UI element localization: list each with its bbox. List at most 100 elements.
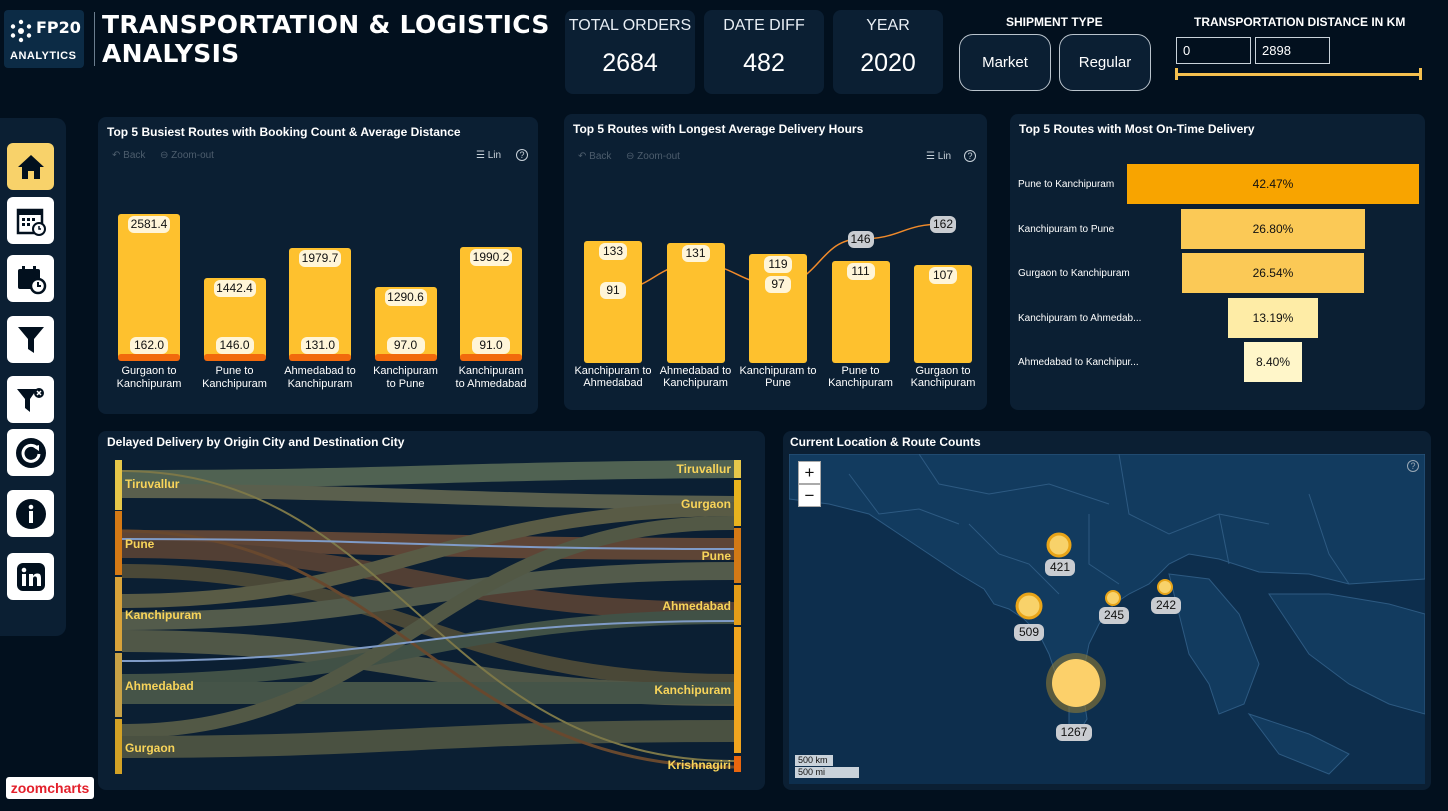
linkedin-button[interactable] <box>7 553 54 600</box>
header-divider <box>94 12 95 66</box>
distance-label: 1442.4 <box>213 280 256 298</box>
route-label: Kanchipuram <box>663 377 728 389</box>
count-bar[interactable] <box>374 354 437 361</box>
ontime-routes-panel: Top 5 Routes with Most On-Time Delivery … <box>1010 114 1425 410</box>
count-bar[interactable] <box>289 354 351 361</box>
bubble-count-label: 421 <box>1045 559 1075 576</box>
map-bubble[interactable] <box>1105 590 1121 606</box>
count-label: 162.0 <box>130 337 168 354</box>
route-label: Ahmedabad <box>583 377 643 389</box>
filter-button[interactable] <box>7 316 54 363</box>
lin-scale-button[interactable]: ☰ Lin <box>476 150 501 161</box>
brand-logo: FP20 ANALYTICS <box>4 10 84 68</box>
route-label: Kanchipuram to Pune <box>1018 223 1115 235</box>
hours-label: 131 <box>681 244 710 262</box>
distance-min-input[interactable] <box>1176 37 1251 64</box>
route-label: Kanchipuram <box>828 377 893 389</box>
distance-slider-min-handle[interactable] <box>1175 68 1178 80</box>
count-label: 97 <box>765 276 791 294</box>
home-button[interactable] <box>7 143 54 190</box>
map-zoom-out-button[interactable]: − <box>798 484 821 507</box>
refresh-icon <box>15 437 46 468</box>
route-label: Gurgaon to <box>121 365 177 377</box>
map-scale-km: 500 km <box>795 755 833 766</box>
back-button[interactable]: ↶ Back <box>578 151 611 162</box>
map-bubble[interactable] <box>1157 579 1173 595</box>
shipment-market-button[interactable]: Market <box>959 34 1051 91</box>
route-label: Ahmedabad to Kanchipur... <box>1018 357 1139 368</box>
shipment-regular-button[interactable]: Regular <box>1059 34 1151 91</box>
hours-label: 133 <box>599 243 627 260</box>
sankey-destination-nodes[interactable] <box>734 460 741 772</box>
sankey-flow[interactable] <box>121 720 735 758</box>
sankey-origin-label: Ahmedabad <box>125 679 194 693</box>
page-title: TRANSPORTATION & LOGISTICS ANALYSIS <box>102 10 550 68</box>
map-bubble[interactable] <box>1046 653 1106 713</box>
refresh-button[interactable] <box>7 429 54 476</box>
back-button[interactable]: ↶ Back <box>112 150 145 161</box>
route-label: Kanchipuram <box>373 365 438 377</box>
sankey-destination-label: Gurgaon <box>681 497 731 511</box>
zoomcharts-logo: zoomcharts <box>6 777 94 799</box>
count-label: 146.0 <box>215 337 254 354</box>
count-bar[interactable] <box>203 354 266 361</box>
sankey-origin-label: Kanchipuram <box>125 608 202 622</box>
route-label: Gurgaon to Kanchipuram <box>1018 268 1130 279</box>
route-label: Kanchipuram <box>202 378 267 390</box>
route-label: Pune <box>765 377 791 389</box>
distance-slider-max-handle[interactable] <box>1419 68 1422 80</box>
ontime-bar[interactable]: 8.40% <box>1244 342 1302 382</box>
count-bar[interactable] <box>460 354 522 361</box>
route-label: Pune to <box>215 365 254 377</box>
info-button[interactable] <box>7 490 54 537</box>
ontime-bar[interactable]: 26.80% <box>1180 208 1366 249</box>
schedule-button[interactable] <box>7 255 54 302</box>
count-label: 97.0 <box>386 337 425 354</box>
route-label: to Pune <box>386 378 425 390</box>
help-icon[interactable]: ? <box>1407 460 1419 472</box>
sankey-flow[interactable] <box>121 484 735 510</box>
count-label: 131.0 <box>301 337 339 354</box>
brand-name: FP20 <box>36 18 81 37</box>
count-bar[interactable] <box>118 354 180 361</box>
count-label: 91.0 <box>472 337 510 354</box>
schedule-icon <box>17 265 46 294</box>
sankey-origin-label: Tiruvallur <box>125 477 180 491</box>
sankey-flow[interactable] <box>121 460 735 488</box>
distance-slider-track[interactable] <box>1176 73 1422 76</box>
sankey-destination-label: Pune <box>701 549 731 563</box>
calendar-clock-button[interactable] <box>7 197 54 244</box>
kpi-label: DATE DIFF <box>723 17 805 34</box>
route-label: Kanchipuram <box>116 378 182 390</box>
panel-title: Current Location & Route Counts <box>790 435 981 449</box>
distance-max-input[interactable] <box>1255 37 1330 64</box>
sankey-origin-label: Pune <box>125 537 155 551</box>
map-zoom-in-button[interactable]: + <box>798 461 821 484</box>
map-bubble[interactable] <box>1046 532 1072 558</box>
ontime-bar[interactable]: 42.47% <box>1127 164 1419 204</box>
count-label: 162 <box>930 216 956 233</box>
help-icon[interactable]: ? <box>516 149 528 161</box>
count-label: 146 <box>847 230 874 248</box>
bubble-count-label: 1267 <box>1056 724 1092 741</box>
route-label: Kanchipuram <box>458 365 524 377</box>
kpi-date-diff: DATE DIFF 482 <box>704 10 824 94</box>
help-icon[interactable]: ? <box>964 150 976 162</box>
bubble-count-label: 509 <box>1014 624 1044 641</box>
kpi-value: 2020 <box>860 49 916 77</box>
calendar-clock-icon <box>16 208 46 236</box>
ontime-bar[interactable]: 26.54% <box>1181 253 1365 293</box>
ontime-bar[interactable]: 13.19% <box>1227 297 1319 338</box>
kpi-label: YEAR <box>866 17 910 34</box>
zoom-out-button[interactable]: ⊖ Zoom-out <box>626 151 680 162</box>
clear-filter-button[interactable] <box>7 376 54 423</box>
map-scale-mi: 500 mi <box>795 767 859 778</box>
kpi-label: TOTAL ORDERS <box>568 17 692 34</box>
brand-sub: ANALYTICS <box>10 50 77 62</box>
map-bubble[interactable] <box>1015 592 1043 620</box>
lin-scale-button[interactable]: ☰ Lin <box>926 151 951 162</box>
linkedin-icon <box>16 562 45 591</box>
sankey-origin-nodes[interactable] <box>115 460 122 774</box>
zoom-out-button[interactable]: ⊖ Zoom-out <box>160 150 214 161</box>
route-label: to Ahmedabad <box>455 378 527 390</box>
